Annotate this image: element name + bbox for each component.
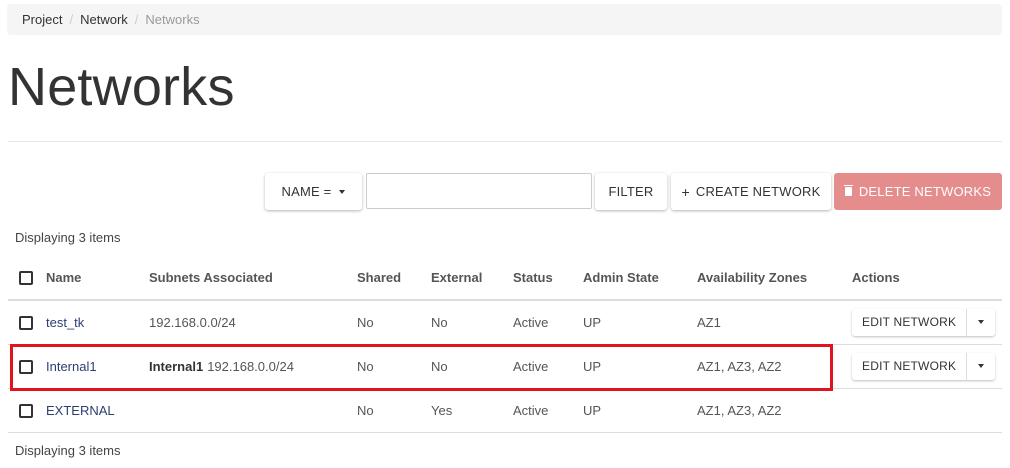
actions-cell: EDIT NETWORK [852,300,1002,345]
column-header-name[interactable]: Name [46,256,149,301]
filter-button-label: FILTER [608,184,654,199]
row-checkbox[interactable] [19,316,33,331]
chevron-down-icon [978,364,985,368]
admin-state-cell: UP [583,344,697,389]
column-header-admin-state[interactable]: Admin State [583,256,697,301]
column-header-actions: Actions [852,256,1002,301]
chevron-down-icon [339,189,346,194]
breadcrumb-network[interactable]: Network [80,12,128,27]
create-network-label: CREATE NETWORK [695,184,821,199]
column-header-availability-zones[interactable]: Availability Zones [697,256,852,301]
breadcrumb-project[interactable]: Project [22,12,62,27]
column-header-status[interactable]: Status [513,256,583,301]
subnets-cell: 192.168.0.0/24 [149,300,357,345]
breadcrumb-separator: / [69,12,74,27]
status-cell: Active [513,388,583,433]
status-cell: Active [513,344,583,389]
subnets-cell: Internal1 192.168.0.0/24 [149,344,357,389]
row-checkbox-cell [8,388,46,433]
networks-table: Name Subnets Associated Shared External … [8,256,1002,433]
select-all-header [8,256,46,301]
shared-cell: No [357,300,431,345]
breadcrumb-networks: Networks [145,12,200,27]
plus-icon: + [681,183,690,200]
delete-networks-label: DELETE NETWORKS [858,184,992,199]
status-cell: Active [513,300,583,345]
edit-network-button[interactable]: EDIT NETWORK [852,308,968,336]
filter-field-label: NAME = [281,184,332,199]
items-count-bottom: Displaying 3 items [15,443,121,458]
availability-zones-cell: AZ1 [697,300,852,345]
subnet-name: Internal1 [149,358,204,374]
row-checkbox[interactable] [19,359,33,374]
network-name-link[interactable]: Internal1 [46,359,97,374]
subnet-cidr: 192.168.0.0/24 [207,358,294,374]
edit-network-button[interactable]: EDIT NETWORK [852,352,968,380]
network-name-cell: test_tk [46,300,149,345]
select-all-checkbox[interactable] [19,271,33,286]
admin-state-cell: UP [583,388,697,433]
column-header-subnets[interactable]: Subnets Associated [149,256,357,301]
actions-cell [852,388,1002,433]
table-row: test_tk 192.168.0.0/24 No No Active UP A… [8,300,1002,345]
admin-state-cell: UP [583,300,697,345]
external-cell: No [431,300,513,345]
row-actions-dropdown-toggle[interactable] [967,353,995,380]
create-network-button[interactable]: + CREATE NETWORK [671,173,831,210]
column-header-external[interactable]: External [431,256,513,301]
table-row: Internal1 Internal1 192.168.0.0/24 No No … [8,344,1002,389]
row-checkbox[interactable] [19,403,33,418]
row-actions: EDIT NETWORK [852,308,996,336]
external-cell: No [431,344,513,389]
subnet-cidr: 192.168.0.0/24 [149,314,236,330]
availability-zones-cell: AZ1, AZ3, AZ2 [697,344,852,389]
row-actions-dropdown-toggle[interactable] [967,309,995,336]
filter-input[interactable] [366,173,592,209]
availability-zones-cell: AZ1, AZ3, AZ2 [697,388,852,433]
network-name-cell: Internal1 [46,344,149,389]
network-name-link[interactable]: test_tk [46,315,84,330]
network-name-link[interactable]: EXTERNAL [46,403,115,418]
row-actions: EDIT NETWORK [852,352,996,380]
row-checkbox-cell [8,300,46,345]
shared-cell: No [357,344,431,389]
breadcrumb-separator: / [134,12,139,27]
title-divider [8,141,1002,142]
row-checkbox-cell [8,344,46,389]
filter-button[interactable]: FILTER [595,173,667,210]
chevron-down-icon [978,320,985,325]
table-header-row: Name Subnets Associated Shared External … [8,256,1002,301]
breadcrumb: Project / Network / Networks [7,4,1002,35]
column-header-shared[interactable]: Shared [357,256,431,301]
trash-icon [843,185,853,196]
items-count-top: Displaying 3 items [15,230,121,245]
external-cell: Yes [431,388,513,433]
delete-networks-button[interactable]: DELETE NETWORKS [834,173,1002,210]
shared-cell: No [357,388,431,433]
table-row: EXTERNAL No Yes Active UP AZ1, AZ3, AZ2 [8,388,1002,433]
actions-cell: EDIT NETWORK [852,344,1002,389]
network-name-cell: EXTERNAL [46,388,149,433]
subnets-cell [149,388,357,433]
filter-field-select[interactable]: NAME = [265,173,362,210]
page-title: Networks [8,57,235,117]
